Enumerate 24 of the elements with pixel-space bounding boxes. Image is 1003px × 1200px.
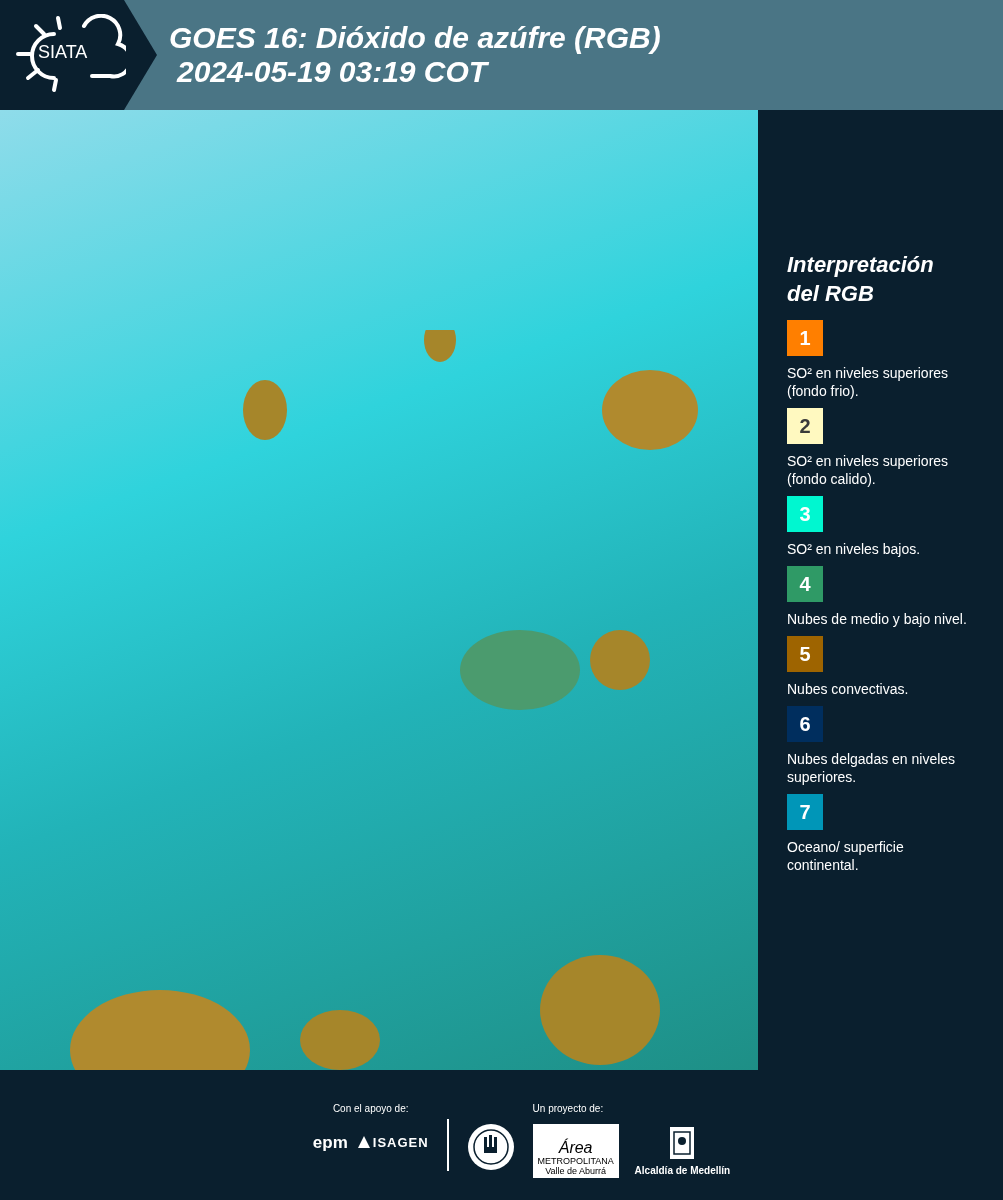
legend-label: SO² en niveles superiores (fondo calido). [787,452,950,488]
support-label: Con el apoyo de: [332,1101,409,1116]
legend-swatch: 3 [787,496,823,532]
page-title: GOES 16: Dióxido de azúfre (RGB) [169,21,661,55]
area-metropolitana-logo: Área METROPOLITANA Valle de Aburrá [532,1123,619,1178]
legend-label: SO² en niveles bajos. [787,540,922,558]
legend-label: Nubes de medio y bajo nivel. [787,610,967,628]
legend-swatch: 2 [787,408,823,444]
legend-swatch: 4 [787,566,823,602]
legend-swatch: 5 [787,636,823,672]
legend-label: Nubes convectivas. [787,680,910,698]
legend-swatch: 1 [787,320,823,356]
legend-title: Interpretación del RGB [787,251,935,308]
timestamp: 2024-05-19 03:19 COT [175,55,490,89]
legend-swatch: 7 [787,794,823,830]
isagen-logo: ISAGEN [372,1133,429,1152]
legend-label: Nubes delgadas en niveles superiores. [787,750,957,786]
legend-label: SO² en niveles superiores (fondo frio). [787,364,950,400]
logo-text: SIATA [38,43,88,61]
legend-label: Oceano/ superficie continental. [787,838,905,874]
alcaldia-logo-text: Alcaldía de Medellín [634,1163,731,1178]
project-label: Un proyecto de: [532,1101,605,1116]
legend-swatch: 6 [787,706,823,742]
epm-logo: epm [312,1131,348,1154]
